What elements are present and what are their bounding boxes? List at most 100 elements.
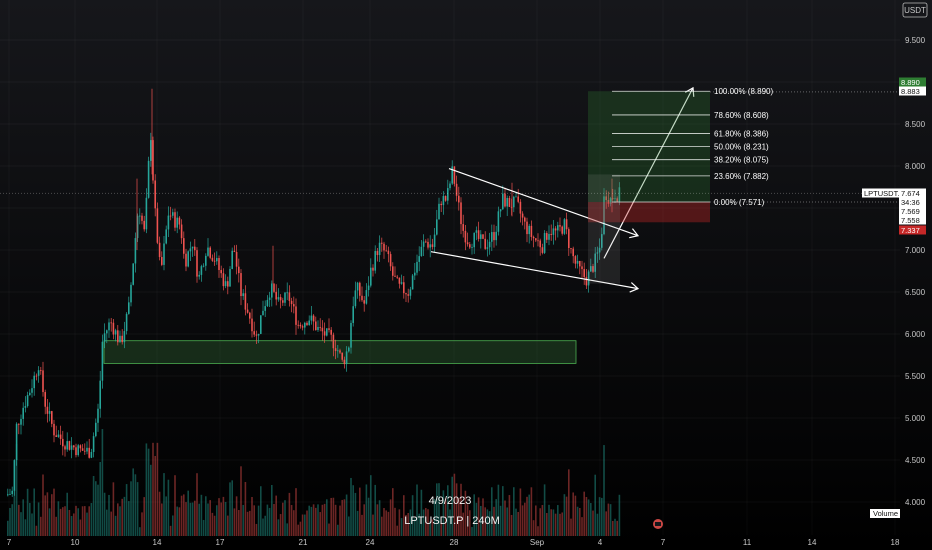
volume-bar — [191, 502, 194, 536]
candle-body — [449, 183, 451, 189]
price-tick-label: 8.500 — [905, 120, 926, 129]
candle-body — [427, 241, 429, 248]
volume-bar — [528, 494, 530, 536]
candle-body — [273, 283, 275, 292]
volume-bar — [143, 497, 145, 536]
volume-bar — [471, 527, 473, 536]
candle-body — [502, 193, 504, 210]
candle-body — [367, 285, 370, 291]
volume-bar — [235, 496, 238, 536]
price-tick-label: 5.000 — [905, 414, 926, 423]
candle-body — [574, 256, 577, 264]
fib-level-label: 23.60% (7.882) — [714, 172, 769, 181]
candle-body — [440, 203, 442, 206]
price-tag-label: 8.883 — [901, 87, 920, 96]
candle-body — [418, 256, 420, 262]
candle-body — [244, 293, 247, 310]
volume-bar — [517, 511, 519, 536]
volume-bar — [90, 503, 93, 536]
candle-body — [81, 448, 84, 451]
candle-body — [59, 434, 62, 439]
time-tick-label: 14 — [808, 538, 817, 547]
candle-body — [528, 225, 530, 235]
price-tick-label: 4.500 — [905, 456, 926, 465]
candle-body — [31, 388, 33, 393]
volume-bar — [200, 494, 203, 536]
price-chart[interactable]: 100.00% (8.890)78.60% (8.608)61.80% (8.3… — [0, 0, 932, 550]
volume-bar — [257, 505, 260, 536]
volume-bar — [123, 496, 126, 536]
volume-bar — [308, 505, 310, 536]
candle-body — [139, 215, 141, 217]
volume-bar — [310, 506, 313, 536]
time-axis[interactable]: 7 10 14 17 21 24 28 Sep 4 7 11 14 18 — [7, 538, 900, 547]
candle-body — [541, 247, 544, 253]
volume-bar — [583, 491, 585, 536]
candle-body — [431, 244, 434, 247]
volume-bar — [106, 509, 108, 536]
volume-bar — [354, 492, 357, 536]
candle-body — [88, 447, 90, 458]
volume-bar — [455, 483, 458, 536]
volume-bar — [491, 487, 493, 536]
candle-body — [194, 246, 196, 251]
candle-body — [433, 234, 436, 247]
volume-bar — [546, 513, 548, 536]
volume-bar — [231, 480, 233, 536]
candle-body — [233, 250, 236, 252]
candle-body — [484, 238, 486, 249]
fib-level-label: 38.20% (8.075) — [714, 156, 769, 165]
volume-bar — [343, 499, 346, 536]
volume-bar — [559, 513, 561, 536]
time-tick-label: 14 — [153, 538, 162, 547]
volume-bar — [152, 442, 154, 536]
candle-body — [394, 275, 396, 277]
time-tick-label: 7 — [661, 538, 666, 547]
candle-body — [552, 228, 555, 235]
volume-bar — [326, 499, 328, 536]
candle-body — [497, 211, 500, 232]
candle-body — [486, 247, 489, 249]
candle-body — [86, 447, 88, 452]
volume-bar — [510, 514, 513, 536]
price-tag-label: 8.890 — [901, 78, 920, 87]
fib-level-label: 61.80% (8.386) — [714, 130, 769, 139]
volume-bar — [187, 490, 189, 536]
volume-bar — [246, 511, 249, 536]
price-tick-label: 8.000 — [905, 162, 926, 171]
volume-bar — [436, 483, 438, 536]
candle-body — [240, 273, 242, 297]
candle-body — [297, 324, 299, 326]
volume-bar — [363, 504, 365, 536]
volume-bar — [242, 504, 244, 536]
volume-bar — [293, 510, 295, 536]
volume-bar — [167, 479, 170, 536]
candle-body — [117, 330, 119, 343]
watermark-symbol: LPTUSDT.P | 240M — [404, 515, 500, 527]
candle-body — [57, 434, 60, 437]
candle-body — [205, 255, 207, 266]
candle-body — [524, 217, 526, 222]
price-tick-label: 4.000 — [905, 498, 926, 507]
volume-bar — [24, 519, 27, 536]
volume-bar — [255, 523, 258, 536]
volume-bar — [365, 484, 368, 536]
candle-body — [202, 265, 205, 267]
volume-bar — [372, 514, 374, 536]
volume-bar — [110, 511, 112, 536]
volume-bar — [504, 500, 506, 536]
candle-body — [229, 268, 231, 287]
candle-body — [103, 333, 106, 342]
candle-body — [585, 277, 588, 286]
candle-body — [543, 233, 546, 253]
volume-bar — [570, 518, 572, 536]
volume-bar — [42, 474, 44, 536]
volume-bar — [101, 429, 104, 536]
candle-body — [521, 213, 524, 218]
candle-body — [343, 359, 346, 365]
volume-bar — [598, 497, 601, 536]
volume-bar — [618, 494, 621, 536]
candle-body — [480, 234, 482, 239]
candle-body — [246, 309, 249, 313]
candle-body — [400, 282, 403, 284]
